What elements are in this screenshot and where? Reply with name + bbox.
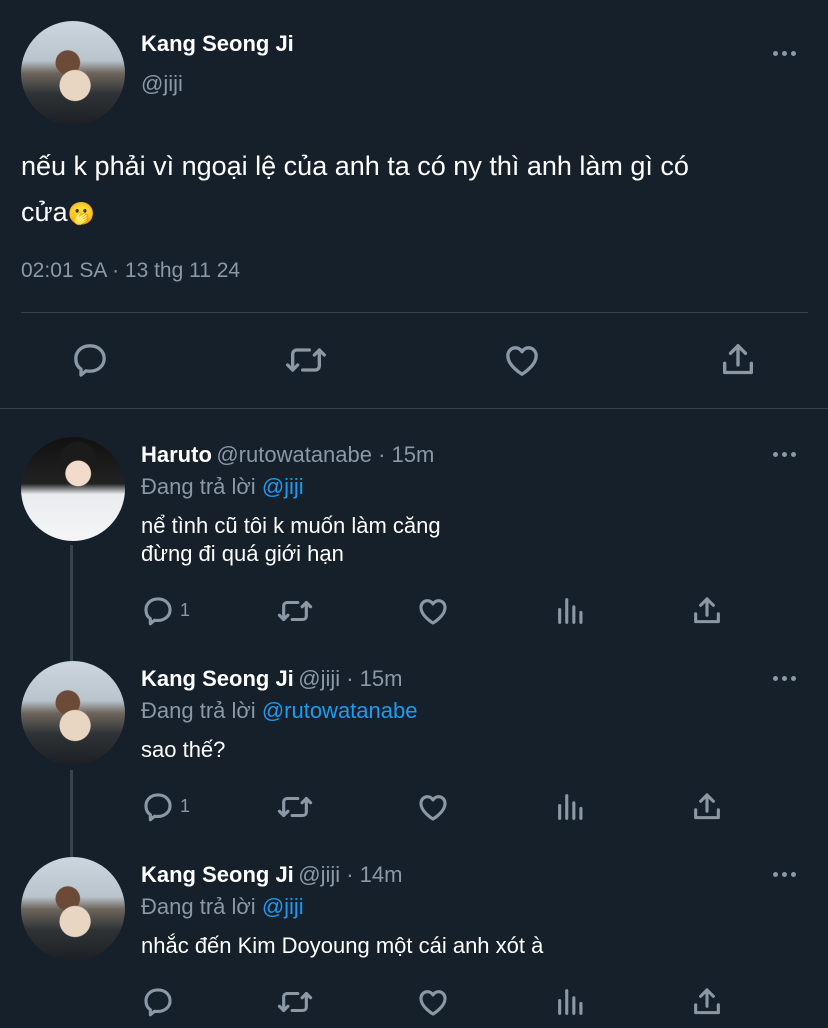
reply-1-reply-count: 1 [180,600,191,620]
analytics-icon [558,598,583,624]
analytics-icon [558,989,583,1015]
retweet-icon [277,991,313,1013]
reply-2-replying-to-handle[interactable]: @rutowatanabe [262,698,418,723]
reply-2-text-line1: sao thế? [141,737,226,762]
reply-1-avatar[interactable] [21,437,125,541]
reply-icon [144,988,172,1017]
main-author-name[interactable]: Kang Seong Ji [141,31,294,57]
face-with-hand-emoji: 🫢 [67,201,95,226]
reply-1-replying-to-handle[interactable]: @jiji [262,474,304,499]
main-author-handle[interactable]: @jiji [141,71,183,97]
reply-2-reply-button[interactable] [141,790,175,824]
reply-1-text-line1: nể tình cũ tôi k muốn làm căng [141,513,441,538]
reply-icon [74,344,106,377]
retweet-icon [277,600,313,622]
reply-3-author-handle[interactable]: @jiji · 14m [298,862,402,887]
share-icon [694,597,720,624]
main-author-avatar[interactable] [21,21,125,125]
main-more-icon[interactable] [773,50,799,58]
reply-2-more-icon[interactable] [773,675,799,683]
reply-1-more-icon[interactable] [773,451,799,459]
like-icon [419,599,447,625]
share-icon [694,793,720,820]
reply-3-avatar[interactable] [21,857,125,961]
reply-3-replying-label: Đang trả lời [141,894,262,919]
reply-2-replying-label: Đang trả lời [141,698,262,723]
main-retweet-button[interactable] [284,340,328,380]
reply-1-replying-to: Đang trả lời @jiji [141,474,304,500]
main-tweet-text-line2-word: cửa [21,197,68,227]
reply-2-avatar[interactable] [21,661,125,765]
share-icon [694,988,720,1015]
like-icon [506,346,538,376]
like-icon [419,990,447,1016]
reply-2-author-handle[interactable]: @jiji · 15m [298,666,402,691]
reply-3-more-icon[interactable] [773,871,799,879]
like-icon [419,795,447,821]
main-divider-top [21,312,808,313]
reply-3-text-line1: nhắc đến Kim Doyoung một cái anh xót à [141,933,544,958]
reply-2-reply-count: 1 [180,796,191,816]
reply-1-author-handle[interactable]: @rutowatanabe · 15m [216,442,434,467]
main-share-button[interactable] [718,340,758,380]
reply-1-text: nể tình cũ tôi k muốn làm căng đừng đi q… [141,512,441,568]
main-tweet-text-line2: cửa🫢 [21,189,811,237]
reply-2-views-button[interactable] [554,790,588,824]
reply-2-header: Kang Seong Ji @jiji · 15m [141,666,402,692]
main-tweet-text: nếu k phải vì ngoại lệ của anh ta có ny … [21,143,811,237]
reply-1-retweet-button[interactable] [276,594,314,628]
reply-1-like-button[interactable] [416,594,450,628]
retweet-icon [277,796,313,818]
analytics-icon [558,794,583,820]
reply-3-retweet-button[interactable] [276,985,314,1019]
main-tweet-text-line1: nếu k phải vì ngoại lệ của anh ta có ny … [21,151,689,181]
reply-1-header: Haruto @rutowatanabe · 15m [141,442,434,468]
reply-icon [144,597,172,626]
reply-1-text-line2: đừng đi quá giới hạn [141,541,344,566]
reply-2-author-name[interactable]: Kang Seong Ji [141,666,294,691]
reply-1-reply-button[interactable] [141,594,175,628]
reply-3-replying-to-handle[interactable]: @jiji [262,894,304,919]
reply-3-like-button[interactable] [416,985,450,1019]
reply-3-author-name[interactable]: Kang Seong Ji [141,862,294,887]
reply-2-text: sao thế? [141,736,225,764]
reply-2-retweet-button[interactable] [276,790,314,824]
reply-2-share-button[interactable] [690,790,724,824]
reply-1-replying-label: Đang trả lời [141,474,262,499]
reply-3-views-button[interactable] [554,985,588,1019]
main-like-button[interactable] [502,340,542,380]
reply-1-views-button[interactable] [554,594,588,628]
reply-icon [144,793,172,822]
thread-line-2 [70,770,73,858]
main-tweet-timestamp[interactable]: 02:01 SA · 13 thg 11 24 [21,259,240,283]
reply-3-text: nhắc đến Kim Doyoung một cái anh xót à [141,932,543,960]
reply-2-like-button[interactable] [416,790,450,824]
main-divider-bottom [0,408,828,409]
retweet-icon [285,348,326,372]
reply-2-replying-to: Đang trả lời @rutowatanabe [141,698,417,724]
share-icon [723,344,753,375]
main-reply-button[interactable] [70,340,110,380]
reply-3-header: Kang Seong Ji @jiji · 14m [141,862,402,888]
thread-line-1 [70,545,73,661]
reply-1-share-button[interactable] [690,594,724,628]
reply-1-author-name[interactable]: Haruto [141,442,212,467]
reply-3-replying-to: Đang trả lời @jiji [141,894,304,920]
reply-3-share-button[interactable] [690,985,724,1019]
reply-3-reply-button[interactable] [141,985,175,1019]
